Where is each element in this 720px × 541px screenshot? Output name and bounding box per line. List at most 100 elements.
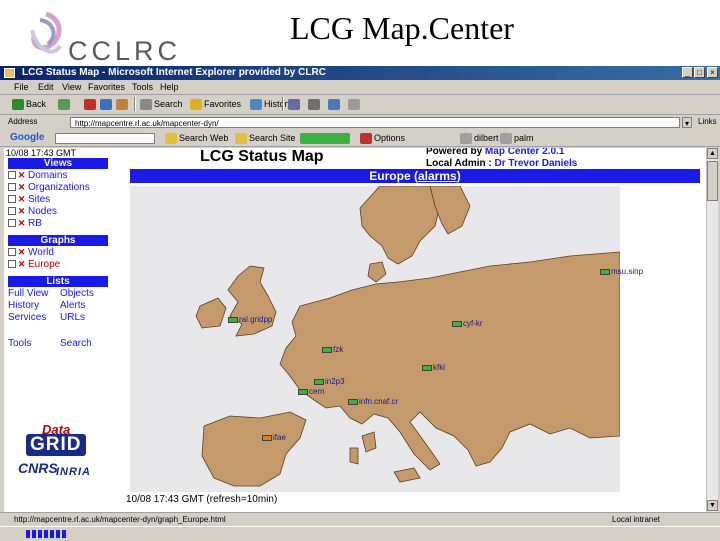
favorites-star-icon bbox=[190, 99, 202, 111]
print-button[interactable] bbox=[308, 97, 322, 111]
favorites-label: Favorites bbox=[204, 99, 242, 109]
dilbert-icon bbox=[460, 133, 472, 145]
refresh-button[interactable] bbox=[100, 97, 114, 111]
stop-button[interactable] bbox=[84, 97, 98, 111]
alarms-link[interactable]: alarms bbox=[418, 169, 457, 183]
minimize-button[interactable]: _ bbox=[682, 67, 693, 78]
view-nodes[interactable]: ✕ Nodes bbox=[8, 206, 57, 218]
site-marker[interactable]: fzk bbox=[322, 346, 343, 354]
list-search[interactable]: Search bbox=[60, 338, 92, 350]
view-organizations[interactable]: ✕ Organizations bbox=[8, 182, 90, 194]
menu-help[interactable]: Help bbox=[160, 82, 179, 92]
inria-logo: INRIA bbox=[56, 466, 91, 478]
menu-view[interactable]: View bbox=[62, 82, 81, 92]
dilbert-link[interactable]: dilbert bbox=[460, 131, 499, 145]
checkbox[interactable] bbox=[8, 207, 16, 216]
site-label: in2p3 bbox=[325, 377, 345, 386]
site-status-icon bbox=[262, 434, 272, 441]
close-icon[interactable]: ✕ bbox=[17, 247, 26, 257]
view-domains[interactable]: ✕ Domains bbox=[8, 170, 67, 182]
forward-button[interactable] bbox=[58, 97, 72, 111]
cclrc-swirl-logo bbox=[30, 11, 62, 54]
graph-europe-label: Europe bbox=[28, 259, 61, 270]
graph-world[interactable]: ✕ World bbox=[8, 247, 54, 259]
scroll-down-button[interactable]: ▼ bbox=[707, 500, 718, 511]
close-icon[interactable]: ✕ bbox=[17, 182, 26, 192]
view-domains-label: Domains bbox=[28, 170, 68, 181]
close-icon[interactable]: ✕ bbox=[17, 206, 26, 216]
scroll-up-button[interactable]: ▲ bbox=[707, 148, 718, 159]
list-objects[interactable]: Objects bbox=[60, 288, 94, 300]
history-button[interactable]: History bbox=[250, 97, 292, 111]
view-rb[interactable]: ✕ RB bbox=[8, 218, 42, 230]
maximize-button[interactable]: □ bbox=[694, 67, 705, 78]
mail-button[interactable] bbox=[288, 97, 302, 111]
list-full-view[interactable]: Full View bbox=[8, 288, 48, 300]
list-tools[interactable]: Tools bbox=[8, 338, 31, 350]
list-services[interactable]: Services bbox=[8, 312, 46, 324]
close-icon[interactable]: ✕ bbox=[17, 218, 26, 228]
search-button[interactable]: Search bbox=[140, 97, 183, 111]
list-history[interactable]: History bbox=[8, 300, 39, 312]
site-status-icon bbox=[314, 378, 324, 385]
view-sites-label: Sites bbox=[28, 194, 51, 205]
view-sites[interactable]: ✕ Sites bbox=[8, 194, 50, 206]
menu-file[interactable]: File bbox=[14, 82, 29, 92]
site-marker[interactable]: infn.cnaf.cr bbox=[348, 398, 398, 406]
address-input[interactable]: http://mapcentre.rl.ac.uk/mapcenter-dyn/ bbox=[70, 117, 680, 128]
pagerank-bar-icon bbox=[300, 133, 350, 145]
checkbox[interactable] bbox=[8, 260, 16, 269]
site-marker[interactable]: msu.sinp bbox=[600, 268, 643, 276]
close-icon[interactable]: ✕ bbox=[17, 170, 26, 180]
cnrs-logo: CNRS bbox=[18, 460, 58, 476]
pagerank-indicator[interactable] bbox=[300, 131, 352, 145]
graph-europe[interactable]: ✕ Europe bbox=[8, 259, 60, 271]
close-button[interactable]: × bbox=[707, 67, 718, 78]
close-icon[interactable]: ✕ bbox=[17, 259, 26, 269]
site-marker[interactable]: cyf-kr bbox=[452, 320, 483, 328]
google-search-input[interactable] bbox=[55, 133, 155, 144]
links-button[interactable]: Links bbox=[698, 117, 717, 126]
menu-favorites[interactable]: Favorites bbox=[88, 82, 125, 92]
search-site-button[interactable]: Search Site bbox=[235, 131, 296, 145]
checkbox[interactable] bbox=[8, 219, 16, 228]
back-label: Back bbox=[26, 99, 47, 109]
list-urls[interactable]: URLs bbox=[60, 312, 85, 324]
search-web-button[interactable]: Search Web bbox=[165, 131, 228, 145]
site-label: cyf-kr bbox=[463, 319, 483, 328]
powered-by-label: Powered by bbox=[426, 148, 483, 157]
home-button[interactable] bbox=[116, 97, 130, 111]
mail-icon bbox=[288, 99, 300, 111]
search-web-icon bbox=[165, 133, 177, 145]
site-marker[interactable]: cern bbox=[298, 388, 325, 396]
mapcenter-link[interactable]: Map Center 2.0.1 bbox=[485, 148, 564, 157]
site-marker[interactable]: kfki bbox=[422, 364, 445, 372]
google-logo[interactable]: Google bbox=[10, 132, 44, 143]
menu-edit[interactable]: Edit bbox=[38, 82, 54, 92]
search-site-icon bbox=[235, 133, 247, 145]
vertical-scrollbar[interactable]: ▲ ▼ bbox=[706, 148, 718, 512]
favorites-button[interactable]: Favorites bbox=[190, 97, 241, 111]
back-button[interactable]: Back bbox=[12, 97, 46, 111]
site-marker[interactable]: in2p3 bbox=[314, 378, 345, 386]
site-marker[interactable]: ral.gridpp bbox=[228, 316, 272, 324]
palm-link[interactable]: palm bbox=[500, 131, 534, 145]
region-label: Europe bbox=[369, 169, 411, 183]
list-alerts[interactable]: Alerts bbox=[60, 300, 86, 312]
menu-tools[interactable]: Tools bbox=[132, 82, 153, 92]
checkbox[interactable] bbox=[8, 183, 16, 192]
checkbox[interactable] bbox=[8, 171, 16, 180]
admin-link[interactable]: Dr Trevor Daniels bbox=[495, 158, 578, 169]
options-button[interactable]: Options bbox=[360, 131, 405, 145]
checkbox[interactable] bbox=[8, 248, 16, 257]
site-marker[interactable]: ifae bbox=[262, 434, 286, 442]
discuss-button[interactable] bbox=[348, 97, 362, 111]
scroll-thumb[interactable] bbox=[707, 161, 718, 201]
edit-button[interactable] bbox=[328, 97, 342, 111]
close-icon[interactable]: ✕ bbox=[17, 194, 26, 204]
title-bar: LCG Status Map - Microsoft Internet Expl… bbox=[0, 66, 720, 80]
search-label: Search bbox=[154, 99, 183, 109]
checkbox[interactable] bbox=[8, 195, 16, 204]
address-dropdown-button[interactable]: ▾ bbox=[682, 117, 692, 128]
refresh-info: 10/08 17:43 GMT (refresh=10min) bbox=[126, 494, 278, 505]
